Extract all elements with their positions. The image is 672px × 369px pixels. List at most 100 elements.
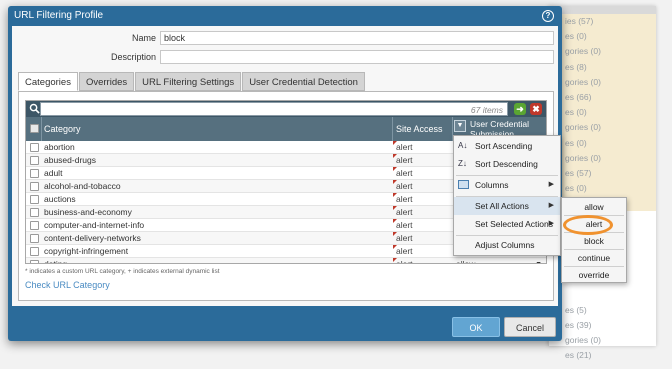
columns-icon bbox=[458, 180, 469, 189]
highlight-circle-annotation bbox=[563, 215, 613, 235]
footnote: * indicates a custom URL category, + ind… bbox=[25, 268, 220, 275]
category-cell: copyright-infringement bbox=[44, 246, 129, 256]
background-row: es (5) bbox=[565, 304, 587, 315]
category-column-header[interactable]: Category bbox=[44, 117, 81, 141]
row-checkbox[interactable] bbox=[30, 169, 39, 178]
sort-ascending-label: Sort Ascending bbox=[475, 141, 533, 151]
name-row: Name block bbox=[12, 31, 558, 45]
select-all-checkbox[interactable] bbox=[30, 124, 39, 133]
row-checkbox[interactable] bbox=[30, 221, 39, 230]
set-all-actions-submenu: allow alert block continue override bbox=[561, 197, 627, 283]
row-checkbox[interactable] bbox=[30, 208, 39, 217]
site-access-cell[interactable]: alert bbox=[396, 206, 413, 219]
header-divider bbox=[392, 117, 393, 141]
columns-label: Columns bbox=[475, 180, 509, 190]
site-access-cell[interactable]: alert bbox=[396, 180, 413, 193]
apply-filter-arrow-icon[interactable]: ➜ bbox=[514, 103, 526, 115]
dropdown-chevron-icon[interactable]: ▼ bbox=[535, 261, 542, 263]
description-row: Description bbox=[12, 50, 558, 64]
sort-ascending-icon: A↓ bbox=[458, 141, 468, 150]
background-row: es (66) bbox=[549, 89, 656, 106]
category-cell: business-and-economy bbox=[44, 207, 132, 217]
site-access-cell[interactable]: alert bbox=[396, 219, 413, 232]
menu-item-sort-descending[interactable]: Z↓ Sort Descending bbox=[454, 155, 560, 173]
menu-item-set-selected-actions[interactable]: Set Selected Actions ▶ bbox=[454, 215, 560, 233]
tab-overrides[interactable]: Overrides bbox=[78, 72, 135, 91]
background-row: ies (57) bbox=[549, 14, 656, 30]
background-row: gories (0) bbox=[549, 150, 656, 166]
background-row: es (0) bbox=[549, 181, 656, 197]
row-checkbox[interactable] bbox=[30, 182, 39, 191]
site-access-cell[interactable]: alert bbox=[396, 141, 413, 154]
header-divider bbox=[41, 117, 42, 141]
category-cell: abused-drugs bbox=[44, 155, 96, 165]
action-option-continue[interactable]: continue bbox=[562, 250, 626, 266]
clear-filter-x-icon[interactable]: ✖ bbox=[530, 103, 542, 115]
ok-button[interactable]: OK bbox=[452, 317, 500, 337]
menu-item-adjust-columns[interactable]: Adjust Columns bbox=[454, 236, 560, 254]
site-access-column-header[interactable]: Site Access bbox=[396, 117, 443, 141]
check-url-category-link[interactable]: Check URL Category bbox=[25, 280, 110, 290]
tab-bar: Categories Overrides URL Filtering Setting… bbox=[18, 72, 366, 92]
name-input[interactable]: block bbox=[160, 31, 554, 45]
submenu-arrow-icon: ▶ bbox=[548, 220, 554, 227]
menu-item-set-all-actions[interactable]: Set All Actions ▶ bbox=[454, 197, 560, 215]
category-cell: alcohol-and-tobacco bbox=[44, 181, 121, 191]
row-checkbox[interactable] bbox=[30, 247, 39, 256]
row-checkbox[interactable] bbox=[30, 156, 39, 165]
submenu-arrow-icon: ▶ bbox=[548, 181, 554, 188]
set-selected-actions-label: Set Selected Actions bbox=[475, 219, 553, 229]
site-access-cell[interactable]: alert bbox=[396, 154, 413, 167]
search-icon bbox=[29, 103, 40, 114]
action-option-block[interactable]: block bbox=[562, 233, 626, 249]
set-all-actions-label: Set All Actions bbox=[475, 201, 529, 211]
background-row bbox=[549, 287, 656, 302]
row-checkbox[interactable] bbox=[30, 143, 39, 152]
description-input[interactable] bbox=[160, 50, 554, 64]
sort-descending-icon: Z↓ bbox=[458, 159, 467, 168]
cancel-button[interactable]: Cancel bbox=[504, 317, 556, 337]
category-cell: auctions bbox=[44, 194, 76, 204]
category-cell: adult bbox=[44, 168, 63, 178]
column-menu-chevron-icon[interactable]: ▼ bbox=[454, 120, 466, 132]
row-checkbox[interactable] bbox=[30, 260, 39, 263]
category-cell: abortion bbox=[44, 142, 75, 152]
action-option-allow[interactable]: allow bbox=[562, 199, 626, 215]
background-row: es (0) bbox=[549, 29, 656, 45]
action-option-override[interactable]: override bbox=[562, 267, 626, 283]
help-icon[interactable]: ? bbox=[542, 10, 554, 22]
dialog-title: URL Filtering Profile bbox=[14, 10, 104, 21]
category-cell: content-delivery-networks bbox=[44, 233, 141, 243]
site-access-cell[interactable]: alert bbox=[396, 258, 413, 263]
items-count: 67 items bbox=[470, 105, 503, 115]
tab-url-filtering-settings[interactable]: URL Filtering Settings bbox=[135, 72, 242, 91]
background-page-panel: ies (57) es (0) gories (0) es (8) gories (0)… bbox=[548, 6, 656, 360]
background-row: gories (0) bbox=[549, 74, 656, 90]
ucs-header-line1: User Credential bbox=[470, 119, 530, 129]
filter-input[interactable]: 67 items bbox=[40, 102, 508, 116]
tab-user-credential-detection[interactable]: User Credential Detection bbox=[242, 72, 365, 91]
menu-item-sort-ascending[interactable]: A↓ Sort Ascending bbox=[454, 137, 560, 155]
background-row: es (57) bbox=[549, 165, 656, 182]
background-row: gories (0) bbox=[565, 334, 601, 345]
background-row: gories (0) bbox=[549, 120, 656, 136]
site-access-cell[interactable]: alert bbox=[396, 193, 413, 206]
category-cell: computer-and-internet-info bbox=[44, 220, 145, 230]
tab-categories[interactable]: Categories bbox=[18, 72, 78, 91]
user-credential-submission-cell[interactable]: allow bbox=[456, 258, 475, 263]
background-row: es (8) bbox=[549, 59, 656, 75]
site-access-cell[interactable]: alert bbox=[396, 167, 413, 180]
dialog-footer: OK Cancel bbox=[12, 306, 558, 341]
menu-item-columns[interactable]: Columns ▶ bbox=[454, 176, 560, 194]
name-label: Name bbox=[131, 33, 156, 43]
background-row: es (0) bbox=[549, 135, 656, 151]
site-access-cell[interactable]: alert bbox=[396, 232, 413, 245]
sort-descending-label: Sort Descending bbox=[475, 159, 538, 169]
site-access-cell[interactable]: alert bbox=[396, 245, 413, 258]
table-row[interactable]: dating alert allow ▼ bbox=[26, 258, 546, 264]
adjust-columns-label: Adjust Columns bbox=[475, 240, 535, 250]
row-checkbox[interactable] bbox=[30, 234, 39, 243]
row-checkbox[interactable] bbox=[30, 195, 39, 204]
background-row: es (21) bbox=[565, 350, 592, 361]
category-cell: dating bbox=[44, 259, 68, 264]
